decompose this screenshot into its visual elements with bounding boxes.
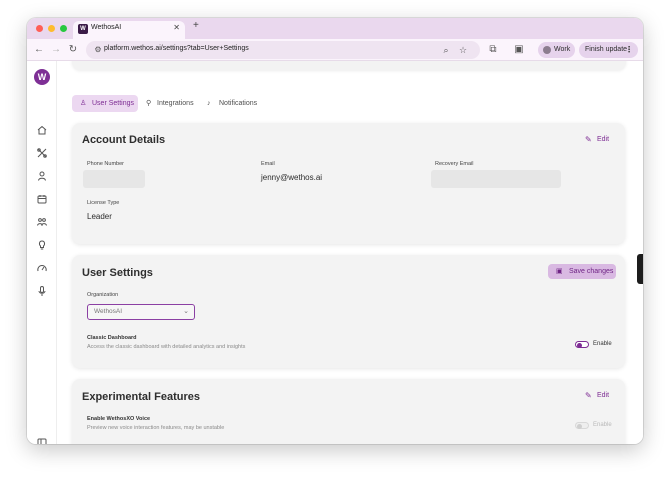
gauge-icon[interactable] bbox=[36, 262, 48, 274]
voice-feature-description: Preview new voice interaction features, … bbox=[87, 425, 225, 431]
user-icon: ♙ bbox=[80, 100, 87, 107]
main-content: ♙ User Settings ⚲ Integrations ♪ Notific… bbox=[57, 61, 643, 444]
account-details-card: Account Details ✎ Edit Phone Number Emai… bbox=[72, 123, 625, 244]
toggle-knob bbox=[577, 342, 582, 348]
address-bar[interactable]: ⚙ platform.wethos.ai/settings?tab=User+S… bbox=[86, 41, 480, 59]
organization-value: WethosAI bbox=[94, 308, 123, 315]
save-changes-button[interactable]: ▣ Save changes bbox=[548, 264, 616, 279]
classic-dashboard-toggle-label: Enable bbox=[593, 341, 612, 347]
profile-label: Work bbox=[554, 46, 571, 53]
sidebar-toggle-icon[interactable] bbox=[36, 437, 48, 444]
voice-feature-toggle-label: Enable bbox=[593, 422, 612, 428]
calendar-icon[interactable] bbox=[36, 193, 48, 205]
recovery-email-label: Recovery Email bbox=[435, 161, 474, 167]
chevron-down-icon: ⌄ bbox=[183, 308, 189, 315]
pencil-icon: ✎ bbox=[585, 135, 592, 144]
license-type-label: License Type bbox=[87, 200, 120, 206]
user-settings-title: User Settings bbox=[82, 267, 153, 279]
plug-icon: ⚲ bbox=[146, 100, 152, 107]
browser-tab[interactable]: W WethosAI ✕ bbox=[73, 21, 185, 39]
organization-select[interactable]: WethosAI ⌄ bbox=[87, 304, 195, 320]
tab-strip: W WethosAI ✕ + bbox=[27, 18, 643, 39]
app-viewport: W ♙ User Settings ⚲ Integrations ♪ Notif… bbox=[27, 61, 643, 444]
side-panel-handle[interactable] bbox=[637, 254, 643, 284]
microphone-icon[interactable] bbox=[36, 285, 48, 297]
tab-user-settings[interactable]: ♙ User Settings bbox=[72, 95, 138, 112]
new-tab-icon[interactable]: + bbox=[193, 20, 199, 31]
tab-label: User Settings bbox=[92, 100, 135, 107]
recovery-email-field[interactable] bbox=[431, 170, 561, 188]
finish-update-label: Finish update bbox=[585, 46, 628, 53]
side-panel-icon[interactable]: ▣ bbox=[512, 43, 526, 57]
home-icon[interactable] bbox=[36, 124, 48, 136]
bookmark-star-icon[interactable]: ☆ bbox=[457, 44, 469, 56]
account-details-title: Account Details bbox=[82, 134, 166, 146]
reload-icon[interactable]: ↻ bbox=[66, 43, 80, 57]
classic-dashboard-title: Classic Dashboard bbox=[87, 335, 137, 341]
maximize-window-button[interactable] bbox=[60, 25, 67, 32]
tab-notifications[interactable]: ♪ Notifications bbox=[207, 95, 267, 112]
edit-label: Edit bbox=[597, 392, 610, 399]
license-type-value: Leader bbox=[87, 212, 112, 221]
minimize-window-button[interactable] bbox=[48, 25, 55, 32]
pencil-icon: ✎ bbox=[585, 391, 592, 400]
save-icon: ▣ bbox=[556, 268, 563, 275]
organization-label: Organization bbox=[87, 292, 119, 298]
phone-number-field[interactable] bbox=[83, 170, 145, 188]
email-label: Email bbox=[261, 161, 275, 167]
experimental-features-card: Experimental Features ✎ Edit Enable Weth… bbox=[72, 379, 625, 444]
extensions-icon[interactable]: ⧉ bbox=[486, 43, 500, 57]
back-arrow-icon[interactable]: ← bbox=[32, 43, 46, 57]
classic-dashboard-description: Access the classic dashboard with detail… bbox=[87, 344, 246, 350]
site-settings-icon[interactable]: ⚙ bbox=[92, 44, 104, 56]
finish-update-button[interactable]: Finish update ⋮ bbox=[579, 42, 638, 58]
tab-label: Notifications bbox=[219, 100, 258, 107]
wethos-favicon-icon: W bbox=[78, 24, 88, 34]
close-window-button[interactable] bbox=[36, 25, 43, 32]
previous-card bbox=[72, 61, 626, 70]
tab-label: Integrations bbox=[157, 100, 194, 107]
save-changes-label: Save changes bbox=[569, 268, 614, 275]
experimental-features-title: Experimental Features bbox=[82, 391, 200, 403]
tools-icon[interactable] bbox=[36, 147, 48, 159]
tab-title: WethosAI bbox=[91, 24, 122, 31]
forward-arrow-icon[interactable]: → bbox=[49, 43, 63, 57]
voice-feature-toggle[interactable] bbox=[575, 422, 589, 429]
tab-close-icon[interactable]: ✕ bbox=[173, 23, 180, 32]
browser-toolbar: ← → ↻ ⚙ platform.wethos.ai/settings?tab=… bbox=[27, 39, 643, 61]
team-icon[interactable] bbox=[36, 216, 48, 228]
profile-button[interactable]: Work bbox=[538, 42, 575, 58]
zoom-icon[interactable]: ⌕ bbox=[440, 44, 452, 56]
bell-icon: ♪ bbox=[207, 100, 211, 107]
sidebar: W bbox=[27, 61, 57, 444]
edit-label: Edit bbox=[597, 136, 610, 143]
browser-window: W WethosAI ✕ + ← → ↻ ⚙ platform.wethos.a… bbox=[27, 18, 643, 444]
user-icon[interactable] bbox=[36, 170, 48, 182]
voice-feature-title: Enable WethosXO Voice bbox=[87, 416, 151, 422]
profile-avatar bbox=[543, 46, 551, 54]
lightbulb-icon[interactable] bbox=[36, 239, 48, 251]
email-value: jenny@wethos.ai bbox=[261, 173, 323, 182]
kebab-menu-icon[interactable]: ⋮ bbox=[625, 42, 633, 58]
wethos-logo[interactable]: W bbox=[34, 69, 50, 85]
phone-number-label: Phone Number bbox=[87, 161, 124, 167]
url-text: platform.wethos.ai/settings?tab=User+Set… bbox=[104, 45, 249, 52]
toggle-knob bbox=[577, 423, 582, 429]
user-settings-card: User Settings ▣ Save changes Organizatio… bbox=[72, 255, 625, 368]
classic-dashboard-toggle[interactable] bbox=[575, 341, 589, 348]
tab-integrations[interactable]: ⚲ Integrations bbox=[144, 95, 202, 112]
